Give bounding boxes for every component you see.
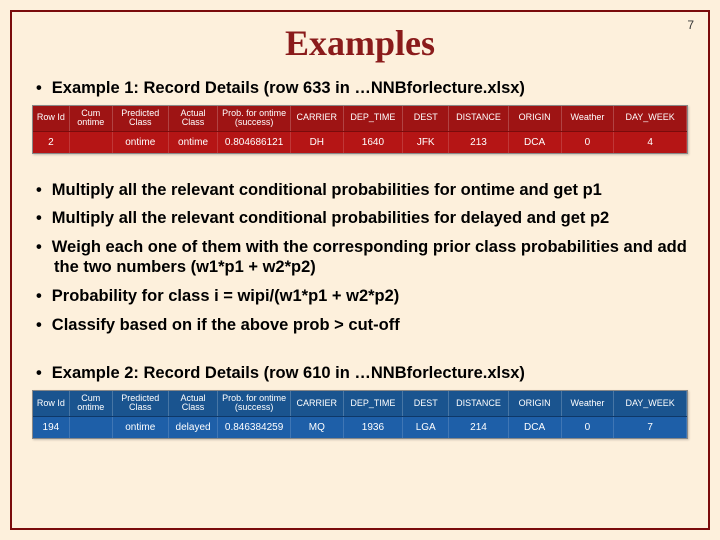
bullet-step3: Weigh each one of them with the correspo… (36, 237, 690, 278)
cell (69, 131, 112, 153)
cell: 7 (614, 416, 687, 438)
cell: DCA (508, 416, 561, 438)
cell: DH (290, 131, 343, 153)
col-prob-ontime: Prob. for ontime (success) (218, 391, 291, 416)
table-header-row: Row Id Cum ontime Predicted Class Actual… (33, 391, 687, 416)
cell: 4 (614, 131, 687, 153)
col-prob-ontime: Prob. for ontime (success) (218, 106, 291, 131)
col-carrier: CARRIER (290, 106, 343, 131)
col-predicted-class: Predicted Class (112, 391, 168, 416)
col-day-week: DAY_WEEK (614, 391, 687, 416)
cell: 0.804686121 (218, 131, 291, 153)
bullet-step5: Classify based on if the above prob > cu… (36, 315, 690, 336)
col-distance: DISTANCE (449, 106, 508, 131)
col-weather: Weather (561, 106, 614, 131)
cell: delayed (168, 416, 218, 438)
col-row-id: Row Id (33, 106, 69, 131)
col-predicted-class: Predicted Class (112, 106, 168, 131)
col-weather: Weather (561, 391, 614, 416)
cell: DCA (508, 131, 561, 153)
cell: 0 (561, 416, 614, 438)
col-dest: DEST (403, 106, 449, 131)
slide-frame: 7 Examples Example 1: Record Details (ro… (10, 10, 710, 530)
col-cum-ontime: Cum ontime (69, 106, 112, 131)
cell: 213 (449, 131, 508, 153)
table-example2: Row Id Cum ontime Predicted Class Actual… (32, 390, 688, 439)
col-dest: DEST (403, 391, 449, 416)
col-origin: ORIGIN (508, 391, 561, 416)
cell: ontime (168, 131, 218, 153)
col-actual-class: Actual Class (168, 391, 218, 416)
data-table-1: Row Id Cum ontime Predicted Class Actual… (33, 106, 687, 153)
col-row-id: Row Id (33, 391, 69, 416)
col-distance: DISTANCE (449, 391, 508, 416)
cell: 194 (33, 416, 69, 438)
col-cum-ontime: Cum ontime (69, 391, 112, 416)
bullet-step1: Multiply all the relevant conditional pr… (36, 180, 690, 201)
bullet-step2: Multiply all the relevant conditional pr… (36, 208, 690, 229)
col-dep-time: DEP_TIME (343, 391, 402, 416)
col-actual-class: Actual Class (168, 106, 218, 131)
cell: 1640 (343, 131, 402, 153)
table-header-row: Row Id Cum ontime Predicted Class Actual… (33, 106, 687, 131)
cell: JFK (403, 131, 449, 153)
bullet-step4: Probability for class i = wipi/(w1*p1 + … (36, 286, 690, 307)
data-table-2: Row Id Cum ontime Predicted Class Actual… (33, 391, 687, 438)
cell: 0 (561, 131, 614, 153)
col-day-week: DAY_WEEK (614, 106, 687, 131)
col-dep-time: DEP_TIME (343, 106, 402, 131)
bullet-example2-heading: Example 2: Record Details (row 610 in …N… (36, 363, 690, 384)
cell: ontime (112, 416, 168, 438)
cell: ontime (112, 131, 168, 153)
page-number: 7 (687, 18, 694, 32)
bullet-example1-heading: Example 1: Record Details (row 633 in …N… (36, 78, 690, 99)
cell: LGA (403, 416, 449, 438)
cell: 2 (33, 131, 69, 153)
table-example1: Row Id Cum ontime Predicted Class Actual… (32, 105, 688, 154)
cell (69, 416, 112, 438)
table-row: 194 ontime delayed 0.846384259 MQ 1936 L… (33, 416, 687, 438)
cell: MQ (290, 416, 343, 438)
col-origin: ORIGIN (508, 106, 561, 131)
cell: 214 (449, 416, 508, 438)
table-row: 2 ontime ontime 0.804686121 DH 1640 JFK … (33, 131, 687, 153)
cell: 1936 (343, 416, 402, 438)
cell: 0.846384259 (218, 416, 291, 438)
col-carrier: CARRIER (290, 391, 343, 416)
slide-title: Examples (30, 22, 690, 64)
